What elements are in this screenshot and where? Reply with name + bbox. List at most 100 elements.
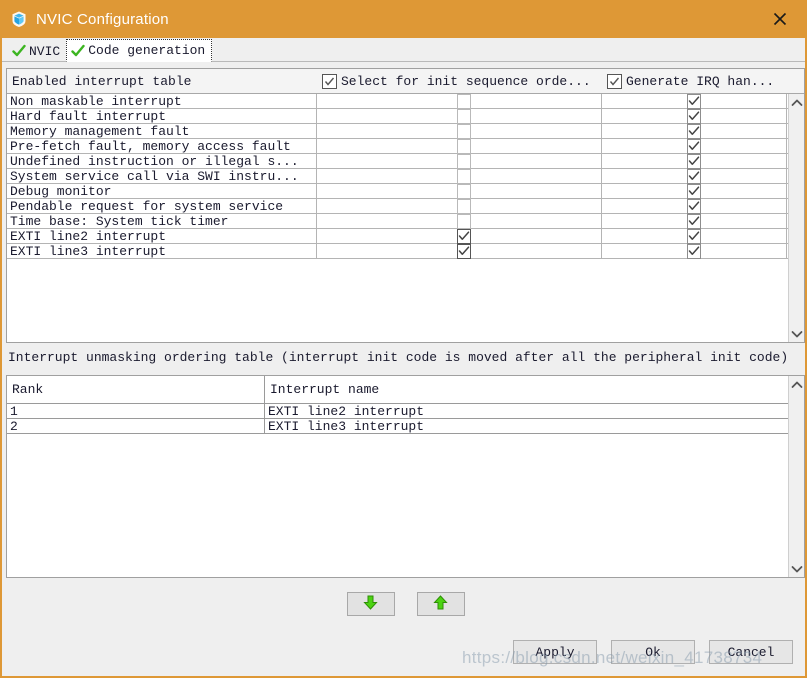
select-for-init-cell[interactable] — [317, 183, 602, 199]
select-for-init-cell[interactable] — [317, 213, 602, 229]
select-for-init-checkbox[interactable] — [457, 198, 471, 214]
generate-irq-cell[interactable] — [602, 108, 787, 124]
generate-irq-checkbox[interactable] — [687, 153, 701, 169]
table-row[interactable]: Debug monitor — [7, 183, 790, 199]
select-for-init-checkbox[interactable] — [457, 153, 471, 169]
interrupt-name-cell: EXTI line2 interrupt — [7, 228, 317, 244]
interrupt-name-cell: Undefined instruction or illegal s... — [7, 153, 317, 169]
scroll-down-icon[interactable] — [789, 325, 804, 342]
rank-cell: 2 — [7, 418, 265, 434]
ok-button[interactable]: Ok — [611, 640, 695, 664]
select-for-init-checkbox[interactable] — [457, 108, 471, 124]
cancel-button[interactable]: Cancel — [709, 640, 793, 664]
select-all-irq-checkbox[interactable] — [607, 73, 622, 89]
table-row[interactable]: Pendable request for system service — [7, 198, 790, 214]
nvic-configuration-window: NVIC Configuration NVIC Code generation — [0, 0, 807, 678]
tab-code-generation-label: Code generation — [88, 43, 206, 58]
select-for-init-cell[interactable] — [317, 138, 602, 154]
table-row[interactable]: Time base: System tick timer — [7, 213, 790, 229]
select-for-init-cell[interactable] — [317, 228, 602, 244]
interrupt-name-cell: Memory management fault — [7, 123, 317, 139]
generate-irq-cell[interactable] — [602, 198, 787, 214]
ordering-row[interactable]: 2 EXTI line3 interrupt — [7, 418, 788, 434]
generate-irq-checkbox[interactable] — [687, 183, 701, 199]
generate-irq-checkbox[interactable] — [687, 228, 701, 244]
footer-buttons: Apply Ok Cancel — [513, 640, 793, 664]
select-for-init-cell[interactable] — [317, 243, 602, 259]
generate-irq-checkbox[interactable] — [687, 94, 701, 109]
scroll-up-icon[interactable] — [789, 94, 804, 111]
generate-irq-checkbox[interactable] — [687, 243, 701, 259]
generate-irq-cell[interactable] — [602, 168, 787, 184]
column-header-label: Generate IRQ han... — [626, 73, 775, 89]
table-row[interactable]: Hard fault interrupt — [7, 108, 790, 124]
column-header-select-for-init[interactable]: Select for init sequence orde... — [317, 69, 602, 93]
green-check-icon — [12, 44, 26, 58]
ordering-table-panel: Rank Interrupt name 1 EXTI line2 interrup… — [6, 375, 805, 578]
generate-irq-cell[interactable] — [602, 94, 787, 109]
generate-irq-cell[interactable] — [602, 183, 787, 199]
ordering-interrupt-name-cell: EXTI line2 interrupt — [268, 403, 425, 419]
select-for-init-checkbox[interactable] — [457, 243, 471, 259]
tab-code-generation[interactable]: Code generation — [66, 39, 213, 62]
move-buttons-row — [2, 592, 805, 616]
column-header-label: Rank — [12, 382, 44, 397]
select-for-init-checkbox[interactable] — [457, 228, 471, 244]
interrupt-name-cell: Time base: System tick timer — [7, 213, 317, 229]
apply-button[interactable]: Apply — [513, 640, 597, 664]
column-header-rank[interactable]: Rank — [7, 376, 265, 403]
arrow-down-icon — [362, 594, 379, 615]
generate-irq-checkbox[interactable] — [687, 138, 701, 154]
generate-irq-cell[interactable] — [602, 138, 787, 154]
select-for-init-cell[interactable] — [317, 153, 602, 169]
rank-cell: 1 — [7, 403, 265, 419]
select-for-init-checkbox[interactable] — [457, 213, 471, 229]
column-header-interrupt-name[interactable]: Interrupt name — [265, 376, 785, 403]
generate-irq-checkbox[interactable] — [687, 108, 701, 124]
select-for-init-checkbox[interactable] — [457, 183, 471, 199]
generate-irq-checkbox[interactable] — [687, 168, 701, 184]
interrupt-name-cell: Hard fault interrupt — [7, 108, 317, 124]
generate-irq-checkbox[interactable] — [687, 198, 701, 214]
column-header-enabled-interrupt-table[interactable]: Enabled interrupt table — [7, 69, 317, 93]
select-for-init-cell[interactable] — [317, 198, 602, 214]
ordering-table-title: Interrupt unmasking ordering table (inte… — [8, 350, 789, 365]
table-row[interactable]: EXTI line2 interrupt — [7, 228, 790, 244]
tab-bar: NVIC Code generation — [2, 38, 805, 62]
interrupt-name-cell: System service call via SWI instru... — [7, 168, 317, 184]
title-bar: NVIC Configuration — [2, 0, 805, 38]
generate-irq-cell[interactable] — [602, 123, 787, 139]
generate-irq-cell[interactable] — [602, 228, 787, 244]
table-row[interactable]: System service call via SWI instru... — [7, 168, 790, 184]
select-for-init-checkbox[interactable] — [457, 138, 471, 154]
column-header-generate-irq[interactable]: Generate IRQ han... — [602, 69, 787, 93]
table-row[interactable]: EXTI line3 interrupt — [7, 243, 790, 259]
interrupt-table-body: Non maskable interrupt Hard fault interru… — [7, 94, 804, 342]
scroll-up-icon[interactable] — [789, 376, 804, 393]
select-for-init-cell[interactable] — [317, 94, 602, 109]
ordering-table-scrollbar[interactable] — [788, 376, 804, 577]
generate-irq-cell[interactable] — [602, 243, 787, 259]
select-for-init-checkbox[interactable] — [457, 123, 471, 139]
select-for-init-cell[interactable] — [317, 168, 602, 184]
close-icon[interactable] — [765, 6, 795, 32]
select-for-init-checkbox[interactable] — [457, 168, 471, 184]
table-row[interactable]: Non maskable interrupt — [7, 94, 790, 109]
move-down-button[interactable] — [346, 592, 395, 616]
scroll-down-icon[interactable] — [789, 560, 804, 577]
tab-nvic[interactable]: NVIC — [8, 40, 66, 62]
generate-irq-checkbox[interactable] — [687, 213, 701, 229]
select-for-init-cell[interactable] — [317, 108, 602, 124]
generate-irq-cell[interactable] — [602, 213, 787, 229]
interrupt-table-scrollbar[interactable] — [788, 94, 804, 342]
select-for-init-cell[interactable] — [317, 123, 602, 139]
generate-irq-cell[interactable] — [602, 153, 787, 169]
ordering-row[interactable]: 1 EXTI line2 interrupt — [7, 403, 788, 419]
table-row[interactable]: Memory management fault — [7, 123, 790, 139]
move-up-button[interactable] — [416, 592, 465, 616]
table-row[interactable]: Pre-fetch fault, memory access fault — [7, 138, 790, 154]
generate-irq-checkbox[interactable] — [687, 123, 701, 139]
table-row[interactable]: Undefined instruction or illegal s... — [7, 153, 790, 169]
select-all-init-checkbox[interactable] — [322, 73, 337, 89]
select-for-init-checkbox[interactable] — [457, 94, 471, 109]
